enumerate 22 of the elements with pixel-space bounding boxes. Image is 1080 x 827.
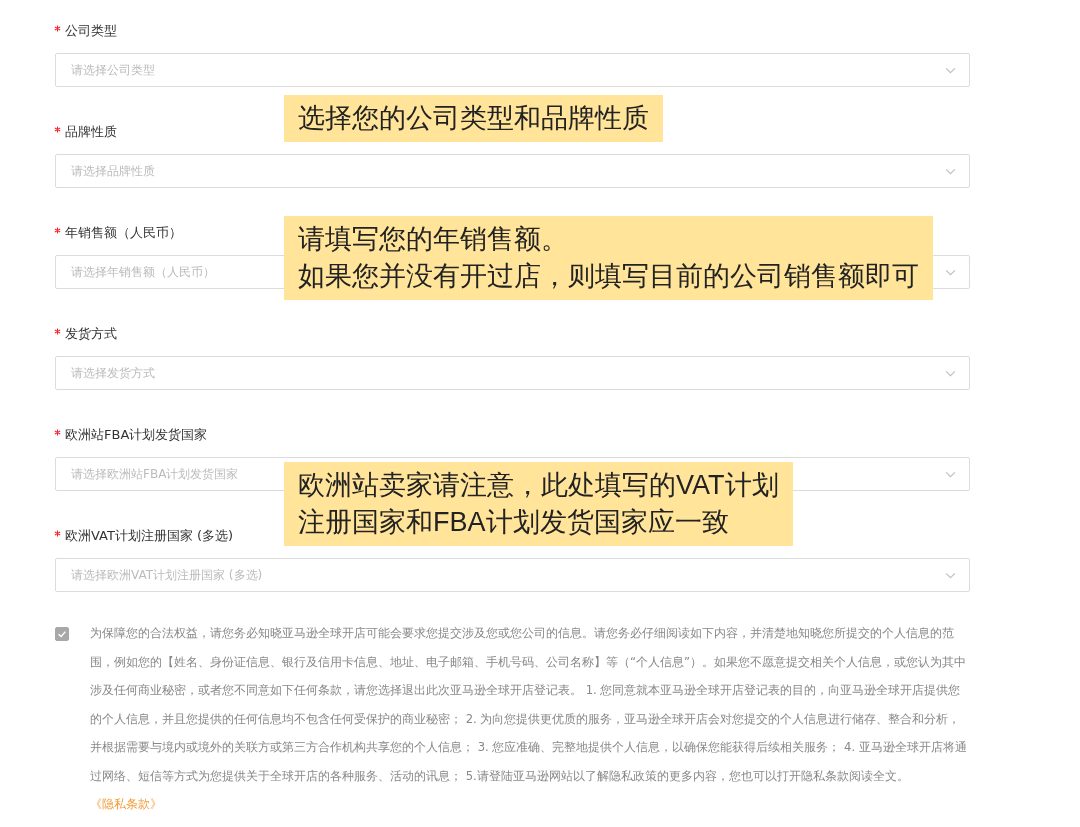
chevron-down-icon bbox=[945, 67, 956, 74]
chevron-down-icon bbox=[945, 168, 956, 175]
field-label: 发货方式 bbox=[65, 325, 117, 343]
field-label: 公司类型 bbox=[65, 22, 117, 40]
chevron-down-icon bbox=[945, 370, 956, 377]
field-label: 品牌性质 bbox=[65, 123, 117, 141]
privacy-terms-link[interactable]: 《隐私条款》 bbox=[90, 797, 162, 811]
select-field[interactable]: 请选择品牌性质 bbox=[55, 154, 970, 188]
chevron-down-icon bbox=[945, 471, 956, 478]
field-label: 年销售额（人民币） bbox=[65, 224, 182, 242]
chevron-down-icon bbox=[945, 269, 956, 276]
checkbox[interactable] bbox=[55, 627, 69, 641]
privacy-notice-text: 为保障您的合法权益，请您务必知晓亚马逊全球开店可能会要求您提交涉及您或您公司的信息。请您务必仔细阅读如下内容，并清楚地知晓您所提交的个人信息的范围，例如您的【姓名、身份证信息、银行及信用卡信息、地址、电子邮箱、手机号码、公司名称】等（“个人信息”）。如果您不愿意提交相关个人信息，或您认为其中涉及任何商业秘密，或者您不同意如下任何条款，请您选择退出此次亚马逊全球开店登记表。 1. 您同意就本亚马逊全球开店登记表的目的，向亚马逊全球开店提供您的个人信息，并且您提供的任何信息均不包含任何受保护的商业秘密； 2. 为向您提供更优质的服务，亚马逊全球开店会对您提交的个人信息进行储存、整合和分析，并根据需要与境内或境外的关联方或第三方合作机构共享您的个人信息； 3. 您应准确、完整地提供个人信息，以确保您能获得后续相关服务； 4. 亚马逊全球开店将通过网络、短信等方式为您提供关于全球开店的各种服务、活动的讯息； 5.请登陆亚马逊网站以了解隐私政策的更多内容，您也可以打开隐私条款阅读全文。 《隐私条款》 bbox=[90, 625, 968, 813]
select-field[interactable]: 请选择公司类型 bbox=[55, 53, 970, 87]
chevron-down-icon bbox=[945, 572, 956, 579]
field-label: 欧洲站FBA计划发货国家 bbox=[65, 426, 208, 444]
annotation-tooltip: 欧洲站卖家请注意，此处填写的VAT计划 注册国家和FBA计划发货国家应一致 bbox=[284, 462, 793, 546]
annotation-tooltip: 选择您的公司类型和品牌性质 bbox=[284, 95, 663, 142]
select-field[interactable]: 请选择欧洲VAT计划注册国家 (多选) bbox=[55, 558, 970, 592]
select-field[interactable]: 请选择发货方式 bbox=[55, 356, 970, 390]
annotation-tooltip: 请填写您的年销售额。 如果您并没有开过店，则填写目前的公司销售额即可 bbox=[284, 216, 933, 300]
field-label: 欧洲VAT计划注册国家 (多选) bbox=[65, 527, 234, 545]
